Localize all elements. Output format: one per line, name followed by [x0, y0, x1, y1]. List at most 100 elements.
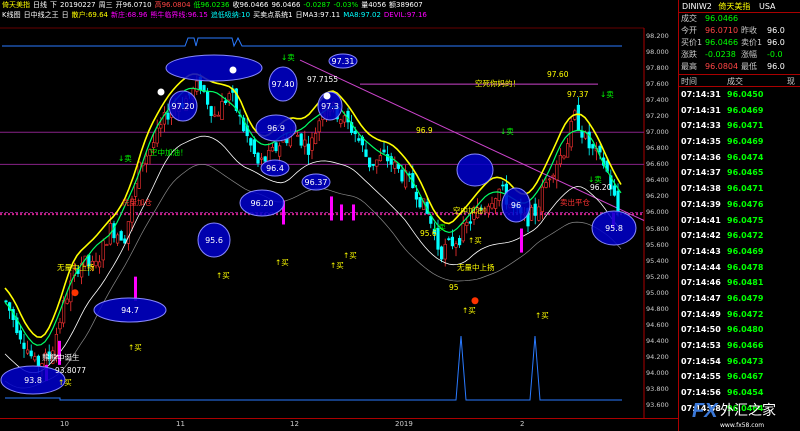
candle-body: [400, 169, 404, 182]
chart-annotation: 无量中上扬: [57, 262, 95, 272]
candle-body: [166, 112, 170, 120]
candle-body: [558, 155, 562, 165]
circle-label: 95.6: [205, 236, 223, 245]
candle-body: [209, 106, 213, 116]
quote-label: 涨跌: [681, 50, 697, 59]
chart-annotation: 93.8077: [55, 366, 86, 375]
chart-area[interactable]: 倚天美指 日线下 20190227 周三 开96.0710 高96.0804 低96.023…: [0, 0, 678, 431]
candle-body: [393, 161, 397, 169]
trade-signal: ↑买: [535, 311, 549, 320]
tick-price: 96.0475: [727, 215, 764, 225]
price-tick-label: 95.400: [646, 256, 669, 265]
info-icon: [229, 66, 237, 74]
candle-body: [105, 244, 109, 246]
candlestick-chart[interactable]: 93.8 94.7 95.6 96.20 97.20 97.40 96.9 96.4 96.37…: [0, 0, 678, 431]
tick-row: 07:14:41 96.0475: [679, 213, 800, 229]
tick-row: 07:14:38 96.0471: [679, 181, 800, 197]
price-tick-label: 98.000: [646, 48, 669, 57]
tick-price: 96.0471: [727, 121, 764, 131]
market-code: USA: [758, 2, 776, 11]
price-tick-label: 97.400: [646, 96, 669, 105]
candle-body: [465, 222, 469, 226]
tick-row: 07:14:53 96.0466: [679, 338, 800, 354]
candle-body: [342, 115, 347, 123]
candles: [4, 73, 620, 377]
price-tick-label: 94.400: [646, 336, 669, 345]
ma-white-line: [4, 135, 622, 374]
tick-price: 96.0450: [727, 90, 764, 99]
candle-body: [443, 243, 447, 260]
trade-signal: ↓卖: [432, 223, 446, 232]
candle-body: [224, 100, 228, 104]
trade-signal: ↑买: [216, 271, 230, 280]
tick-price: 96.0472: [727, 309, 764, 319]
quote-label-2: 卖价1: [741, 38, 763, 47]
circle-label: 94.7: [121, 306, 139, 315]
candle-body: [447, 238, 451, 240]
signal-bar: [520, 228, 523, 253]
tick-time: 07:14:44: [681, 262, 721, 272]
candle-body: [418, 197, 422, 208]
tick-header-price: 成交: [727, 77, 743, 86]
quote-value: 96.0804: [705, 62, 739, 71]
tick-time: 07:14:42: [681, 231, 721, 241]
candle-body: [159, 124, 163, 129]
candle-body: [357, 138, 361, 141]
candle-body: [36, 355, 40, 367]
tick-price: 96.0465: [727, 168, 764, 178]
candle-body: [22, 342, 26, 349]
candle-body: [544, 182, 548, 188]
red-dot-marker: [71, 289, 79, 297]
date-tick-label: 2: [520, 420, 525, 428]
candle-body: [468, 221, 473, 224]
signal-bar: [340, 204, 343, 221]
price-tick-label: 93.600: [646, 401, 669, 409]
tick-row: 07:14:31 96.0469: [679, 103, 800, 119]
tick-time: 07:14:33: [681, 121, 721, 131]
tick-price: 96.0469: [727, 137, 764, 147]
price-tick-label: 94.800: [646, 304, 669, 313]
tick-row: 07:14:37 96.0465: [679, 165, 800, 181]
circle-label: 97.31: [332, 57, 355, 66]
chart-annotation: 无量中上扬: [457, 262, 495, 272]
signal-line-bottom: [5, 335, 622, 401]
tick-price: 96.0481: [727, 278, 764, 288]
price-tick-label: 94.600: [646, 320, 669, 329]
candle-body: [256, 152, 260, 164]
trade-signal: ↓卖: [588, 175, 602, 184]
candle-body: [317, 120, 321, 133]
chart-annotation: 96.20: [590, 183, 612, 192]
tick-time: 07:14:43: [681, 246, 721, 256]
tick-time: 07:14:49: [681, 309, 721, 319]
candle-body: [378, 155, 383, 162]
tick-time: 07:14:54: [681, 356, 721, 366]
candle-body: [616, 190, 620, 213]
price-tick-label: 96.200: [646, 192, 669, 201]
candle-body: [277, 145, 282, 157]
price-tick-label: 98.200: [646, 32, 669, 40]
candle-body: [33, 356, 37, 361]
tick-price: 96.0479: [727, 293, 764, 303]
trade-signal: ↑买: [58, 378, 72, 387]
candle-body: [152, 142, 156, 148]
tick-price: 96.0474: [727, 152, 764, 162]
candle-body: [537, 206, 541, 221]
tick-row: 07:14:35 96.0469: [679, 134, 800, 150]
tick-header-vol: 现: [787, 77, 795, 86]
circle-label: 93.8: [24, 376, 42, 385]
tick-time: 07:14:37: [681, 168, 721, 178]
tick-list[interactable]: 07:14:31 96.0450 07:14:31 96.0469 07:14:33 96…: [679, 87, 800, 416]
tick-price: 96.0466: [727, 341, 764, 350]
candle-body: [529, 207, 534, 221]
tick-price: 96.0472: [727, 231, 764, 241]
circle-label: 95.8: [605, 224, 623, 233]
candle-body: [439, 246, 444, 260]
quote-value-2: -0.0: [767, 50, 783, 59]
candle-body: [216, 114, 221, 117]
circle-label: 97.40: [272, 80, 295, 89]
circle-label: 96.9: [267, 124, 285, 133]
candle-body: [58, 321, 62, 330]
tick-price: 96.0471: [727, 184, 764, 194]
candle-body: [101, 240, 105, 261]
candle-body: [565, 143, 570, 158]
